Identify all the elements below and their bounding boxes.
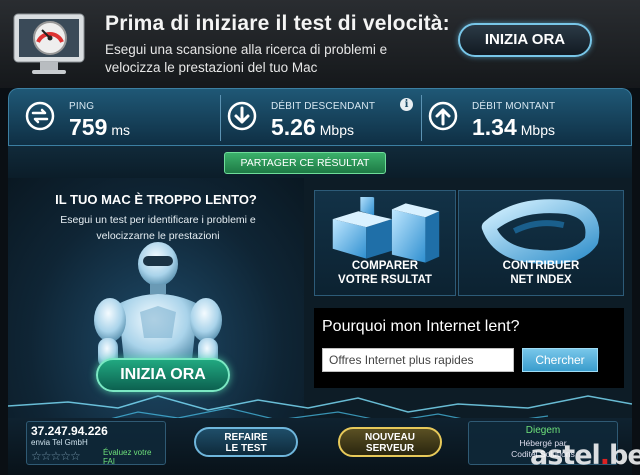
- watermark-tld: be: [609, 440, 640, 471]
- upload-stat: DÉBIT MONTANT 1.34 Mbps: [422, 89, 627, 147]
- ad-banner[interactable]: Prima di iniziare il test di velocità: E…: [0, 0, 640, 88]
- contribute-line1: CONTRIBUER: [502, 260, 580, 272]
- watermark-name: astel: [530, 440, 601, 471]
- ping-value: 759 ms: [69, 114, 130, 141]
- search-button[interactable]: Chercher: [522, 348, 598, 372]
- server-city: Diegem: [525, 425, 561, 436]
- site-watermark: astel.be: [530, 440, 640, 471]
- upload-value: 1.34 Mbps: [472, 114, 555, 141]
- isp-name: envia Tel GmbH: [31, 438, 88, 447]
- search-panel: Pourquoi mon Internet lent? Chercher: [314, 308, 624, 388]
- retest-line2: LE TEST: [225, 443, 267, 454]
- compare-line2: VOTRE RSULTAT: [338, 274, 432, 286]
- bar-chart-icon: [332, 197, 440, 263]
- upload-arrow-icon: [428, 101, 458, 131]
- share-result-button[interactable]: PARTAGER CE RÉSULTAT: [224, 152, 386, 174]
- new-server-button[interactable]: NOUVEAU SERVEUR: [338, 427, 442, 457]
- search-input[interactable]: [322, 348, 514, 372]
- download-stat: DÉBIT DESCENDANT 5.26 Mbps i: [221, 89, 421, 147]
- rating-stars[interactable]: ☆☆☆☆☆: [31, 449, 81, 463]
- compare-label: COMPARER VOTRE RSULTAT: [315, 259, 455, 287]
- upload-unit: Mbps: [520, 122, 555, 138]
- upload-label: DÉBIT MONTANT: [472, 101, 556, 112]
- rate-line1: Évaluez votre: [103, 448, 152, 457]
- upload-number: 1.34: [472, 114, 517, 140]
- contribute-label: CONTRIBUER NET INDEX: [459, 259, 623, 287]
- server-line2: SERVEUR: [365, 443, 415, 454]
- retest-button[interactable]: REFAIRE LE TEST: [194, 427, 298, 457]
- download-value: 5.26 Mbps: [271, 114, 354, 141]
- net-index-icon: [481, 199, 600, 265]
- contribute-line2: NET INDEX: [510, 274, 572, 286]
- ping-stat: PING 759 ms: [19, 89, 219, 147]
- promo-text: Esegui un test per identificare i proble…: [60, 214, 256, 242]
- watermark-dot: .: [599, 440, 610, 471]
- promo-title: IL TUO MAC È TROPPO LENTO?: [55, 192, 257, 207]
- mac-gauge-icon: [13, 13, 85, 74]
- rate-line2: FAI: [103, 457, 116, 466]
- info-icon[interactable]: i: [400, 98, 413, 111]
- ping-label: PING: [69, 101, 95, 112]
- share-row: PARTAGER CE RÉSULTAT: [8, 146, 632, 178]
- download-label: DÉBIT DESCENDANT: [271, 101, 376, 112]
- compare-line1: COMPARER: [351, 260, 419, 272]
- ping-unit: ms: [111, 122, 131, 138]
- ping-number: 759: [69, 114, 108, 140]
- search-title: Pourquoi mon Internet lent?: [322, 318, 520, 335]
- ad-start-button[interactable]: INIZIA ORA: [458, 23, 592, 57]
- ad-title: Prima di iniziare il test di velocità:: [105, 12, 450, 35]
- rate-isp-link[interactable]: Évaluez votre FAI: [103, 448, 165, 466]
- speedtest-frame: PING 759 ms DÉBIT DESCENDANT 5.26 Mbps i D…: [8, 88, 632, 475]
- isp-info: 37.247.94.226 envia Tel GmbH ☆☆☆☆☆ Évalu…: [26, 421, 166, 466]
- ip-address: 37.247.94.226: [31, 424, 108, 438]
- compare-results-tile[interactable]: COMPARER VOTRE RSULTAT: [314, 190, 456, 296]
- contribute-net-index-tile[interactable]: CONTRIBUER NET INDEX: [458, 190, 624, 296]
- download-number: 5.26: [271, 114, 316, 140]
- ping-arrows-icon: [25, 101, 55, 131]
- download-arrow-icon: [227, 101, 257, 131]
- stats-bar: PING 759 ms DÉBIT DESCENDANT 5.26 Mbps i D…: [8, 88, 632, 146]
- server-line1: NOUVEAU: [364, 432, 415, 443]
- retest-line1: REFAIRE: [224, 432, 268, 443]
- ad-subtitle: Esegui una scansione alla ricerca di pro…: [105, 42, 388, 75]
- download-unit: Mbps: [319, 122, 354, 138]
